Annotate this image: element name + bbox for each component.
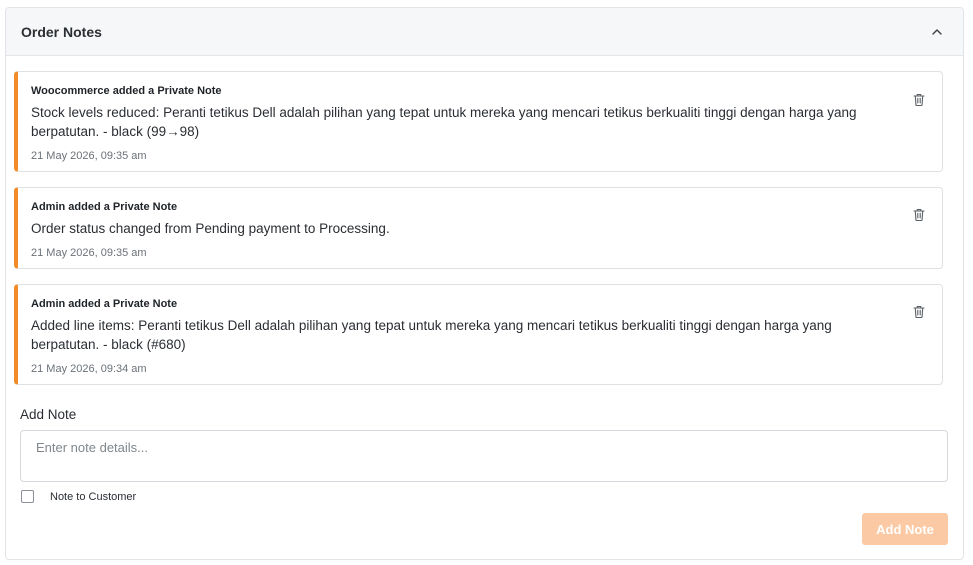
note-to-customer-row: Note to Customer [21, 490, 136, 503]
note-text: Stock levels reduced: Peranti tetikus De… [31, 105, 857, 139]
add-note-label: Add Note [20, 407, 77, 422]
trash-icon [913, 208, 925, 221]
note-item: Admin added a Private Note Added line it… [14, 284, 943, 385]
note-timestamp: 21 May 2026, 09:35 am [31, 247, 147, 259]
collapse-button[interactable] [927, 22, 947, 42]
trash-icon [913, 93, 925, 106]
note-text: Added line items: Peranti tetikus Dell a… [31, 318, 832, 352]
note-item: Woocommerce added a Private Note Stock l… [14, 71, 943, 172]
panel-header: Order Notes [6, 8, 963, 56]
delete-note-button[interactable] [911, 206, 927, 222]
delete-note-button[interactable] [911, 303, 927, 319]
delete-note-button[interactable] [911, 91, 927, 107]
note-to-customer-checkbox[interactable] [21, 490, 34, 503]
note-item: Admin added a Private Note Order status … [14, 187, 943, 269]
chevron-up-icon [932, 28, 942, 35]
panel-title: Order Notes [21, 23, 102, 40]
trash-icon [913, 305, 925, 318]
note-to-customer-label: Note to Customer [50, 490, 137, 503]
note-text: Order status changed from Pending paymen… [31, 221, 390, 236]
note-author: Woocommerce added a Private Note [31, 85, 222, 97]
note-author: Admin added a Private Note [31, 201, 178, 213]
note-author: Admin added a Private Note [31, 298, 178, 310]
add-note-button[interactable]: Add Note [862, 513, 948, 545]
note-timestamp: 21 May 2026, 09:35 am [31, 150, 147, 162]
note-timestamp: 21 May 2026, 09:34 am [31, 363, 147, 375]
note-details-input[interactable] [20, 430, 948, 482]
